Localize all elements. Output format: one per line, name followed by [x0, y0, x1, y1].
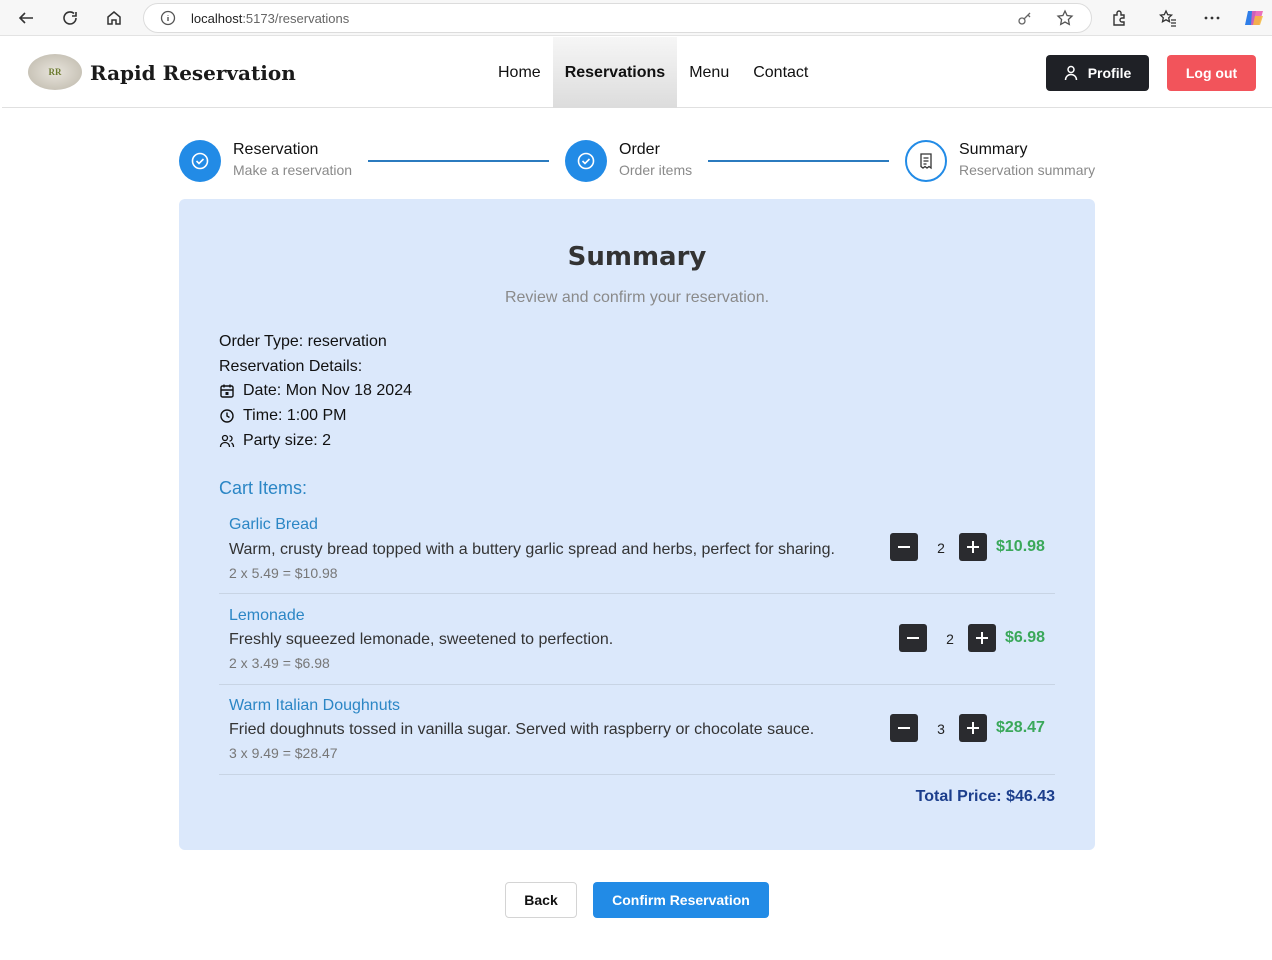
cart-item-name[interactable]: Lemonade [229, 607, 305, 625]
confirm-reservation-button[interactable]: Confirm Reservation [593, 882, 769, 918]
minus-icon [907, 637, 919, 639]
copilot-icon[interactable] [1242, 6, 1266, 30]
cart-item-price: $10.98 [996, 538, 1045, 555]
cart-item: Lemonade Freshly squeezed lemonade, swee… [219, 594, 1055, 685]
party-size: Party size: 2 [219, 432, 331, 450]
plus-icon [976, 632, 988, 644]
quantity-value: 2 [946, 631, 954, 647]
nav-contact[interactable]: Contact [741, 37, 820, 108]
step-order-subtitle: Order items [619, 162, 693, 178]
nav-reservations[interactable]: Reservations [552, 37, 678, 108]
time-text: Time: 1:00 PM [243, 407, 347, 424]
more-icon[interactable] [1200, 6, 1224, 30]
quantity-value: 2 [937, 540, 945, 556]
address-bar[interactable]: localhost:5173/reservations [143, 3, 1092, 33]
browser-toolbar: localhost:5173/reservations [0, 0, 1272, 36]
step-connector [368, 160, 549, 162]
cart-item: Warm Italian Doughnuts Fried doughnuts t… [219, 685, 1055, 775]
favorite-star-icon[interactable] [1056, 9, 1074, 32]
home-icon[interactable] [102, 6, 126, 30]
step-reservation-title: Reservation [233, 141, 319, 158]
increase-quantity-button[interactable] [968, 624, 996, 652]
decrease-quantity-button[interactable] [890, 533, 918, 561]
order-type: Order Type: reservation [219, 333, 387, 350]
extensions-icon[interactable] [1107, 6, 1131, 30]
app-header: RR Rapid Reservation Home Reservations M… [2, 37, 1272, 108]
minus-icon [898, 727, 910, 729]
cart-item-price: $28.47 [996, 719, 1045, 736]
increase-quantity-button[interactable] [959, 533, 987, 561]
cart-item-calc: 3 x 9.49 = $28.47 [229, 745, 338, 761]
reservation-details-label: Reservation Details: [219, 358, 363, 375]
cart-item-description: Fried doughnuts tossed in vanilla sugar.… [229, 721, 815, 738]
summary-title: Summary [567, 242, 707, 272]
decrease-quantity-button[interactable] [890, 714, 918, 742]
profile-button-label: Profile [1087, 65, 1132, 81]
step-order-check-icon [565, 140, 607, 182]
step-reservation-subtitle: Make a reservation [233, 162, 353, 178]
logout-button[interactable]: Log out [1167, 55, 1256, 91]
cart-heading: Cart Items: [219, 478, 308, 498]
calendar-icon [220, 384, 234, 398]
total-price: Total Price: $46.43 [915, 788, 1055, 805]
party-text: Party size: 2 [243, 432, 332, 449]
plus-icon [967, 722, 979, 734]
cart-item: Garlic Bread Warm, crusty bread topped w… [219, 506, 1055, 594]
step-order-title: Order [619, 141, 660, 158]
summary-subtitle: Review and confirm your reservation. [504, 289, 770, 306]
brand-name[interactable]: Rapid Reservation [90, 61, 296, 85]
favorites-icon[interactable] [1156, 6, 1180, 30]
step-connector [708, 160, 889, 162]
minus-icon [898, 546, 910, 548]
back-button[interactable]: Back [505, 882, 577, 918]
step-summary-receipt-icon [905, 140, 947, 182]
cart-item-name[interactable]: Garlic Bread [229, 516, 318, 534]
back-arrow-icon[interactable] [14, 6, 38, 30]
nav-menu[interactable]: Menu [677, 37, 741, 108]
clock-icon [220, 409, 234, 423]
cart-item-price: $6.98 [1005, 629, 1046, 646]
date-text: Date: Mon Nov 18 2024 [243, 382, 412, 399]
increase-quantity-button[interactable] [959, 714, 987, 742]
users-icon [219, 434, 235, 448]
user-icon [1064, 65, 1077, 81]
cart-item-calc: 2 x 3.49 = $6.98 [229, 655, 330, 671]
step-summary-title: Summary [959, 141, 1028, 158]
step-reservation-check-icon [179, 140, 221, 182]
plus-icon [967, 541, 979, 553]
profile-button[interactable]: Profile [1046, 55, 1149, 91]
key-icon[interactable] [1017, 10, 1033, 31]
step-summary-subtitle: Reservation summary [959, 162, 1096, 178]
brand-logo[interactable]: RR [28, 54, 82, 90]
decrease-quantity-button[interactable] [899, 624, 927, 652]
cart-item-description: Warm, crusty bread topped with a buttery… [229, 541, 835, 558]
reservation-time: Time: 1:00 PM [219, 407, 346, 425]
cart-item-description: Freshly squeezed lemonade, sweetened to … [229, 631, 614, 648]
cart-item-name[interactable]: Warm Italian Doughnuts [229, 697, 400, 715]
nav-home[interactable]: Home [486, 37, 553, 108]
cart-item-calc: 2 x 5.49 = $10.98 [229, 565, 338, 581]
info-icon[interactable] [160, 10, 176, 31]
refresh-icon[interactable] [58, 6, 82, 30]
url-text: localhost:5173/reservations [191, 11, 350, 26]
main-nav: Home Reservations Menu Contact [486, 37, 820, 108]
summary-card: Summary Review and confirm your reservat… [179, 199, 1095, 850]
quantity-value: 3 [937, 721, 945, 737]
reservation-date: Date: Mon Nov 18 2024 [219, 382, 412, 400]
